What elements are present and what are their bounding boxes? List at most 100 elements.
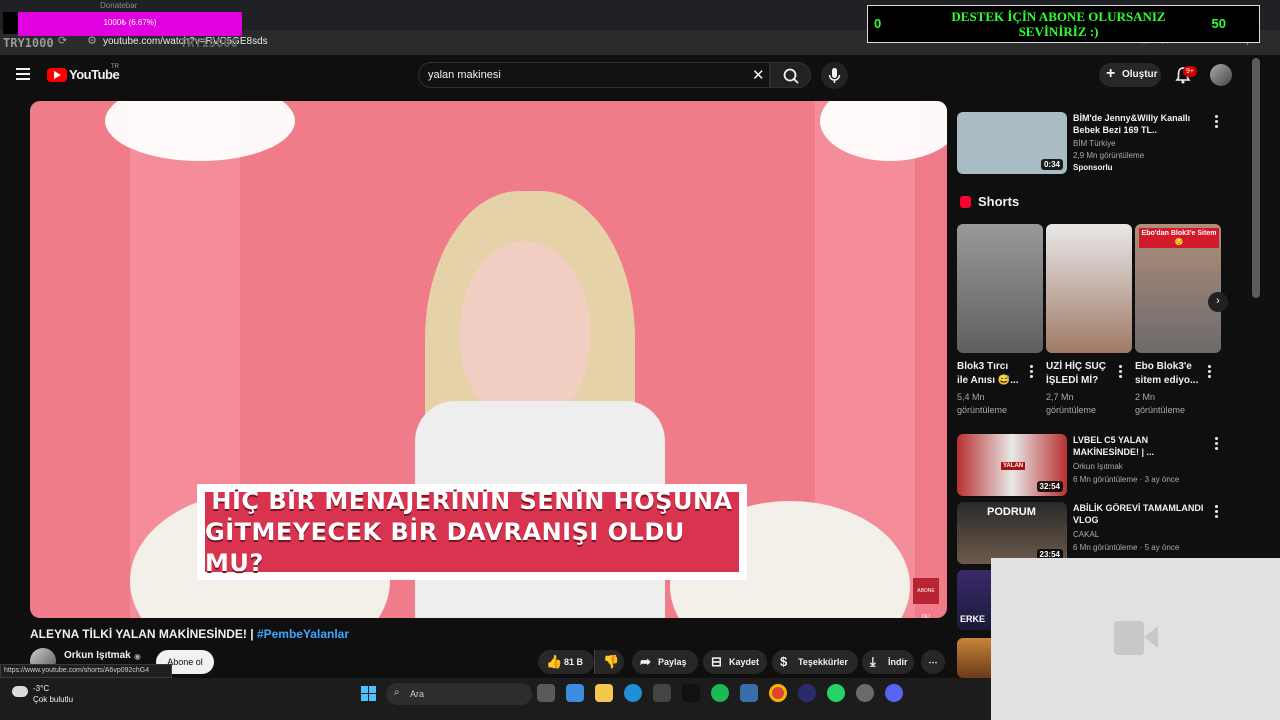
short-title[interactable]: Blok3 Tırcı ile Anısı 😅... bbox=[957, 360, 1025, 388]
related-menu-icon[interactable] bbox=[1214, 437, 1218, 451]
stream-subscribe-widget: 0 DESTEK İÇİN ABONE OLURSANIZ SEVİNİRİZ … bbox=[867, 5, 1260, 43]
page-scrollbar[interactable] bbox=[1252, 58, 1260, 298]
taskbar-search[interactable] bbox=[386, 683, 532, 705]
clear-search-icon[interactable]: ✕ bbox=[752, 66, 765, 84]
related-video-title[interactable]: LVBEL C5 YALAN MAKİNESİNDE! | ... bbox=[1073, 434, 1203, 458]
ad-channel: BİM Türkiye bbox=[1073, 139, 1116, 148]
thanks-button[interactable]: $ Teşekkürler bbox=[772, 650, 858, 674]
download-label: İndir bbox=[888, 657, 908, 667]
chrome-icon[interactable] bbox=[769, 684, 787, 702]
steam-icon[interactable] bbox=[856, 684, 874, 702]
short-views-line2: görüntüleme bbox=[1046, 405, 1097, 415]
download-icon: ⤓ bbox=[870, 654, 876, 669]
related-meta: 6 Mn görüntüleme · 3 ay önce bbox=[1073, 475, 1180, 484]
windows-start-icon[interactable] bbox=[361, 686, 377, 702]
subtitle-line1: HİÇ BİR MENAJERİNİN SENİN HOŞUNA bbox=[211, 486, 733, 515]
search-button[interactable] bbox=[770, 62, 811, 88]
short-menu-icon[interactable] bbox=[1207, 365, 1211, 379]
stream-overlay-block bbox=[3, 12, 18, 34]
related-channel: CAKAL bbox=[1073, 530, 1100, 539]
ad-thumbnail[interactable]: 0:34 bbox=[957, 112, 1067, 174]
plus-icon: + bbox=[1106, 65, 1116, 82]
search-query[interactable]: yalan makinesi bbox=[428, 62, 501, 88]
widget-message-line1: DESTEK İÇİN ABONE OLURSANIZ bbox=[951, 9, 1166, 24]
related-title-line1: ABİLİK GÖREVİ TAMAMLANDI bbox=[1073, 503, 1204, 513]
ad-sponsored-label: Sponsorlu bbox=[1073, 163, 1113, 172]
short-menu-icon[interactable] bbox=[1029, 365, 1033, 379]
related-title-line1: LVBEL C5 YALAN bbox=[1073, 435, 1149, 445]
bookmark-icon: ⊟ bbox=[711, 654, 722, 669]
short-views-line2: görüntüleme bbox=[957, 405, 1008, 415]
video-thumbnail[interactable] bbox=[957, 638, 991, 678]
like-button[interactable]: 👍 81 B bbox=[538, 650, 594, 674]
tiktok-icon[interactable] bbox=[682, 684, 700, 702]
youtube-logo-icon[interactable] bbox=[47, 68, 67, 82]
obs-icon[interactable] bbox=[798, 684, 816, 702]
microphone-icon bbox=[828, 68, 841, 83]
thumb-caption: YALAN bbox=[1001, 462, 1026, 470]
video-camera-icon bbox=[1114, 621, 1144, 655]
channel-name[interactable]: Orkun Işıtmak bbox=[64, 650, 131, 661]
save-button[interactable]: ⊟ Kaydet bbox=[703, 650, 767, 674]
shorts-icon bbox=[960, 196, 971, 208]
taskbar-search-label: Ara bbox=[410, 689, 425, 699]
whatsapp-icon[interactable] bbox=[827, 684, 845, 702]
short-thumbnail[interactable] bbox=[1046, 224, 1132, 353]
short-title-line2: ile Anısı 😅... bbox=[957, 375, 1019, 386]
spotify-icon[interactable] bbox=[711, 684, 729, 702]
widget-message-line2: SEVİNİRİZ :) bbox=[1018, 24, 1099, 39]
weather-temperature[interactable]: -3°C bbox=[33, 684, 49, 693]
search-icon bbox=[783, 68, 799, 84]
account-avatar[interactable] bbox=[1210, 64, 1232, 86]
copilot-icon[interactable] bbox=[566, 684, 584, 702]
thanks-icon: $ bbox=[780, 654, 788, 669]
thanks-label: Teşekkürler bbox=[798, 657, 848, 667]
short-menu-icon[interactable] bbox=[1118, 365, 1122, 379]
short-thumb-caption: Ebo'dan Blok3'e Sitem 😔 bbox=[1139, 228, 1219, 248]
subscribe-badge-overlay: ABONE OL! bbox=[913, 578, 939, 618]
video-thumbnail[interactable]: YALAN 32:54 bbox=[957, 434, 1067, 496]
short-title[interactable]: Ebo Blok3'e sitem ediyo... bbox=[1135, 360, 1203, 388]
thumbs-up-icon: 👍 bbox=[546, 654, 563, 669]
app-icon[interactable] bbox=[740, 684, 758, 702]
short-views-line2: görüntüleme bbox=[1135, 405, 1186, 415]
ad-views: 2,9 Mn görüntüleme bbox=[1073, 151, 1145, 160]
download-button[interactable]: ⤓ İndir bbox=[862, 650, 914, 674]
save-label: Kaydet bbox=[729, 657, 760, 667]
voice-search-button[interactable] bbox=[821, 62, 848, 89]
edge-icon[interactable] bbox=[624, 684, 642, 702]
file-explorer-icon[interactable] bbox=[595, 684, 613, 702]
ad-menu-icon[interactable] bbox=[1214, 115, 1218, 129]
share-button[interactable]: ➦ Paylaş bbox=[632, 650, 698, 674]
short-views-line1: 5,4 Mn bbox=[957, 392, 985, 402]
subtitle-line2: GİTMEYECEK BİR DAVRANIŞI OLDU MU? bbox=[205, 517, 685, 577]
discord-icon[interactable] bbox=[885, 684, 903, 702]
menu-icon[interactable] bbox=[16, 68, 30, 80]
dislike-button[interactable]: 👎 bbox=[594, 650, 624, 674]
shorts-next-arrow-icon[interactable]: › bbox=[1208, 292, 1228, 312]
video-duration: 32:54 bbox=[1036, 481, 1063, 492]
short-thumbnail[interactable] bbox=[957, 224, 1043, 353]
person-face bbox=[460, 241, 590, 421]
short-title-line1: UZİ HİÇ SUÇ bbox=[1046, 361, 1106, 372]
more-actions-button[interactable]: ⋯ bbox=[921, 650, 945, 674]
link-preview-status: https://www.youtube.com/shorts/A6vp092ch… bbox=[0, 664, 172, 678]
task-view-icon[interactable] bbox=[537, 684, 555, 702]
short-title[interactable]: UZİ HİÇ SUÇ İŞLEDİ Mİ? bbox=[1046, 360, 1114, 388]
short-title-line2: sitem ediyo... bbox=[1135, 375, 1199, 386]
related-menu-icon[interactable] bbox=[1214, 505, 1218, 519]
reload-icon[interactable]: ⟳ bbox=[58, 34, 67, 47]
video-hashtag-link[interactable]: #PembeYalanlar bbox=[257, 627, 349, 641]
short-views-line1: 2 Mn bbox=[1135, 392, 1156, 402]
store-icon[interactable] bbox=[653, 684, 671, 702]
related-channel: Orkun Işıtmak bbox=[1073, 462, 1123, 471]
ad-title[interactable]: BİM'de Jenny&Willy Kanallı Bebek Bezi 169… bbox=[1073, 112, 1213, 136]
short-views-line1: 2,7 Mn bbox=[1046, 392, 1074, 402]
short-thumbnail[interactable]: Ebo'dan Blok3'e Sitem 😔 bbox=[1135, 224, 1221, 353]
weather-description[interactable]: Çok bulutlu bbox=[33, 695, 73, 704]
related-video-title[interactable]: ABİLİK GÖREVİ TAMAMLANDI VLOG bbox=[1073, 502, 1233, 526]
widget-left-count: 0 bbox=[874, 16, 882, 31]
video-thumbnail[interactable]: PODRUM 23:54 bbox=[957, 502, 1067, 564]
video-thumbnail[interactable]: ERKE bbox=[957, 570, 991, 630]
video-title: ALEYNA TİLKİ YALAN MAKİNESİNDE! | #Pembe… bbox=[30, 627, 349, 641]
